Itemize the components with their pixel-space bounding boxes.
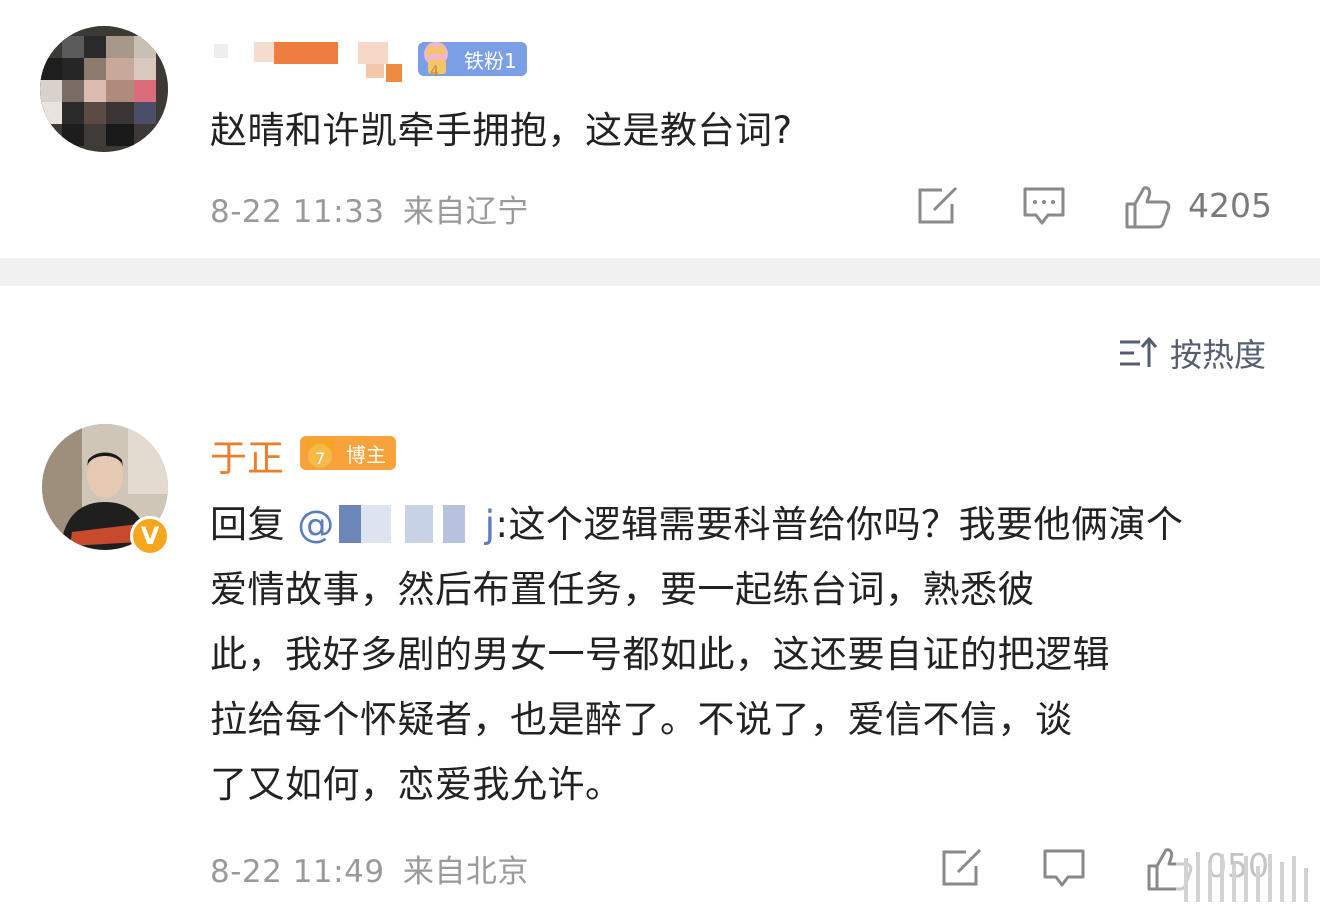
fan-badge-label: 铁粉1 — [464, 48, 517, 73]
reply-line-1: 回复 @ j:这个逻辑需要科普给你吗？我要他俩演个 — [210, 492, 1184, 557]
reply-line-5: 了又如何，恋爱我允许。 — [210, 763, 623, 806]
sort-icon — [1120, 337, 1158, 367]
reply-line-2: 爱情故事，然后布置任务，要一起练台词，熟悉彼 — [210, 568, 1035, 611]
reply-comment-icon[interactable] — [1042, 848, 1086, 890]
reply-line-4: 拉给每个怀疑者，也是醉了。不说了，爱信不信，谈 — [210, 698, 1073, 741]
section-divider — [0, 258, 1320, 286]
avatar-mosaic — [40, 26, 168, 152]
commenter-avatar[interactable] — [40, 26, 168, 152]
mention-tail: j — [484, 503, 496, 546]
reply-line-1-text: :这个逻辑需要科普给你吗？我要他俩演个 — [495, 503, 1184, 546]
mention-at: @ — [297, 503, 335, 546]
commenter-name-redacted[interactable] — [210, 38, 420, 86]
watermark-overlay — [1176, 842, 1320, 914]
comment-time: 8-22 11:33 — [210, 194, 385, 230]
like-icon[interactable] — [1124, 184, 1172, 230]
reply-body: 回复 @ j:这个逻辑需要科普给你吗？我要他俩演个 爱情故事，然后布置任务，要一起… — [210, 492, 1184, 817]
sort-label: 按热度 — [1170, 336, 1267, 374]
reply-meta: 8-22 11:49 来自北京 — [210, 846, 529, 891]
mention-redacted — [335, 503, 485, 543]
host-badge-label: 博主 — [346, 442, 386, 467]
svg-text:4: 4 — [430, 64, 439, 80]
reply-time: 8-22 11:49 — [210, 854, 385, 890]
crown-icon: 4 — [424, 42, 448, 80]
author-name[interactable]: 于正 — [210, 428, 284, 482]
reply-prefix: 回复 — [210, 503, 298, 546]
like-count: 4205 — [1188, 186, 1272, 225]
reply-line-3: 此，我好多剧的男女一号都如此，这还要自证的把逻辑 — [210, 633, 1110, 676]
comment-location: 来自辽宁 — [402, 194, 529, 230]
fan-level-badge[interactable]: 4 铁粉1 — [418, 42, 527, 80]
crown-icon: 7 — [304, 436, 336, 468]
host-badge[interactable]: 7 博主 — [300, 436, 396, 470]
comment-icon[interactable] — [1022, 186, 1066, 228]
weibo-comment-screen: 4 铁粉1 赵晴和许凯牵手拥抱，这是教台词? 8-22 11:33 来自辽宁 4… — [0, 0, 1320, 914]
verified-badge: V — [130, 516, 170, 556]
reply-share-icon[interactable] — [940, 848, 984, 888]
comment-body: 赵晴和许凯牵手拥抱，这是教台词? — [210, 109, 793, 152]
sort-by-hot-button[interactable]: 按热度 — [1118, 330, 1266, 376]
svg-text:7: 7 — [315, 449, 325, 468]
reply-location: 来自北京 — [402, 854, 529, 890]
share-icon[interactable] — [916, 186, 960, 226]
comment-meta: 8-22 11:33 来自辽宁 — [210, 186, 529, 231]
mention-link[interactable]: @ j — [297, 503, 495, 546]
